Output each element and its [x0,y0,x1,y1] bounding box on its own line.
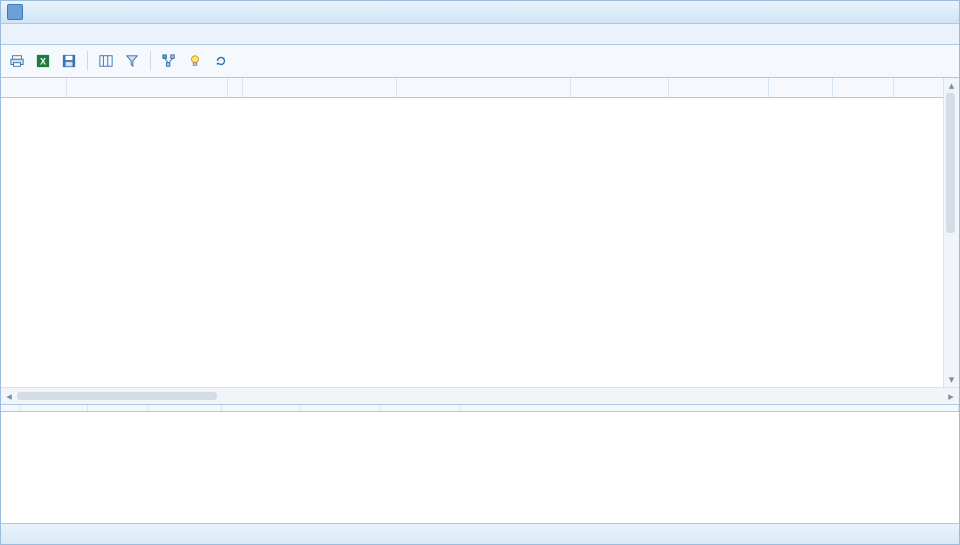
horizontal-scrollbar[interactable]: ◂ ▸ [1,387,959,404]
col-userpersonal-header[interactable] [769,78,833,98]
hscroll-track[interactable] [17,390,943,402]
col-errmsg-header[interactable] [242,78,396,98]
scroll-down-arrow-icon[interactable]: ▾ [944,372,959,387]
menu-actions[interactable] [65,31,85,37]
col-idx-header[interactable] [1,405,19,412]
columns-icon [99,54,113,68]
app-icon [7,4,23,20]
hscroll-thumb[interactable] [17,392,217,400]
export-excel-button[interactable]: X [31,49,55,73]
col-filename-header[interactable] [19,405,87,412]
files-pane [1,404,959,523]
col-kind-header[interactable] [1,78,67,98]
toolbar: X [1,45,959,78]
excel-icon: X [36,54,50,68]
tree-view-button[interactable] [157,49,181,73]
floppy-icon [62,54,76,68]
col-imported-header[interactable] [299,405,379,412]
close-button[interactable] [941,4,955,18]
bulb-icon [188,54,202,68]
restore-button[interactable] [921,4,935,18]
minimize-button[interactable] [901,4,915,18]
funnel-icon [125,54,139,68]
titlebar [1,1,959,24]
print-button[interactable] [5,49,29,73]
col-exported-header[interactable] [221,405,299,412]
col-name-header[interactable] [396,78,570,98]
tree-icon [162,54,176,68]
main-table[interactable] [1,78,959,98]
scroll-right-arrow-icon[interactable]: ▸ [943,388,959,404]
scroll-track[interactable] [944,93,959,372]
highlight-button[interactable] [183,49,207,73]
menubar [1,24,959,45]
toolbar-separator [87,51,88,71]
main-grid-pane: ▴ ▾ ◂ ▸ [1,78,959,523]
col-center-header[interactable] [832,78,894,98]
save-button[interactable] [57,49,81,73]
files-header-row[interactable] [1,405,959,412]
col-fileuser-header[interactable] [87,405,147,412]
col-note-header[interactable] [459,405,959,412]
printer-icon [10,54,24,68]
main-grid[interactable]: ▴ ▾ [1,78,959,387]
files-table[interactable] [1,405,959,412]
main-header-row[interactable] [1,78,959,98]
col-serial-header[interactable] [571,78,668,98]
app-window: X [0,0,960,545]
menu-view[interactable] [45,31,65,37]
statusbar [1,523,959,544]
vertical-scrollbar[interactable]: ▴ ▾ [943,78,959,387]
svg-text:X: X [40,57,46,67]
col-user-header[interactable] [668,78,769,98]
menu-file[interactable] [5,31,25,37]
scroll-up-arrow-icon[interactable]: ▴ [944,78,959,93]
menu-edit[interactable] [25,31,45,37]
refresh-button[interactable] [209,49,233,73]
columns-button[interactable] [94,49,118,73]
col-assets-header[interactable] [379,405,459,412]
col-created-header[interactable] [147,405,221,412]
filter-button[interactable] [120,49,144,73]
toolbar-separator [150,51,151,71]
window-controls [901,4,955,18]
scroll-left-arrow-icon[interactable]: ◂ [1,388,17,404]
col-object-header[interactable] [67,78,228,98]
col-err-header[interactable] [228,78,242,98]
refresh-icon [214,54,228,68]
scroll-thumb[interactable] [946,93,955,233]
